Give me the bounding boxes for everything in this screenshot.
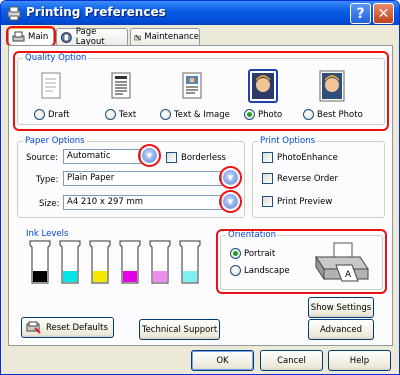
help-title-button[interactable]: ? (350, 3, 371, 24)
photo-radio[interactable]: Photo (244, 109, 282, 120)
page-layout-icon (60, 31, 72, 43)
ink-cartridge (89, 240, 111, 284)
tab-maintenance[interactable]: Maintenance (130, 28, 200, 45)
ink-level-fill (183, 271, 197, 282)
landscape-radio-button[interactable] (230, 265, 241, 276)
title-bar[interactable]: Printing Preferences ? ✕ (1, 1, 399, 25)
printing-preferences-window: Printing Preferences ? ✕ Main Page Layou… (0, 0, 400, 375)
ok-button[interactable]: OK (191, 350, 254, 371)
window-title: Printing Preferences (26, 5, 166, 19)
reset-defaults-label: Reset Defaults (46, 322, 108, 333)
photo-label: Photo (258, 109, 283, 120)
svg-text:A: A (345, 270, 352, 280)
reset-defaults-icon (26, 321, 41, 334)
borderless-checkbox[interactable]: Borderless (166, 152, 226, 163)
printer-icon (7, 6, 21, 21)
portrait-label: Portrait (244, 248, 276, 259)
source-select[interactable]: Automatic (63, 149, 141, 164)
best-photo-radio-button[interactable] (303, 109, 314, 120)
draft-label: Draft (48, 109, 70, 120)
ink-cartridge (29, 240, 51, 284)
text-and-image-radio[interactable]: Text & Image (160, 109, 230, 120)
photoenhance-checkbox-box[interactable] (262, 152, 273, 163)
ink-cartridge (179, 240, 201, 284)
source-label: Source: (26, 153, 59, 163)
ink-cartridge (149, 240, 171, 284)
help-button[interactable]: Help (328, 350, 391, 371)
best-photo-quality-icon (319, 70, 345, 102)
photo-radio-button[interactable] (244, 109, 255, 120)
print-preview-label: Print Preview (277, 196, 333, 207)
photoenhance-label: PhotoEnhance (277, 152, 338, 163)
tab-page-layout[interactable]: Page Layout (56, 27, 128, 47)
photo-quality-icon (252, 73, 274, 99)
best-photo-label: Best Photo (317, 109, 363, 120)
printer-portrait-icon: A (315, 242, 369, 282)
type-select[interactable]: Plain Paper (63, 171, 222, 186)
ink-cartridge (119, 240, 141, 284)
landscape-label: Landscape (244, 265, 290, 276)
landscape-radio[interactable]: Landscape (230, 265, 290, 276)
text-radio[interactable]: Text (105, 109, 136, 120)
printer-icon (12, 31, 25, 41)
size-dropdown-icon[interactable]: ▼ (223, 194, 238, 209)
quality-option-title: Quality Option (23, 53, 89, 64)
tab-maintenance-label: Maintenance (144, 32, 199, 42)
print-preview-checkbox-box[interactable] (262, 196, 273, 207)
reverse-order-checkbox-box[interactable] (262, 173, 273, 184)
text-label: Text (119, 109, 137, 120)
text-and-image-label: Text & Image (174, 109, 230, 120)
size-select[interactable]: A4 210 x 297 mm (63, 195, 222, 210)
reset-defaults-button[interactable]: Reset Defaults (21, 317, 114, 338)
paper-options-title: Paper Options (23, 136, 87, 147)
show-settings-button[interactable]: Show Settings (308, 297, 374, 318)
ink-level-fill (123, 271, 137, 282)
technical-support-button[interactable]: Technical Support (139, 319, 220, 340)
tab-page-layout-label: Page Layout (75, 27, 105, 47)
orientation-title: Orientation (226, 230, 278, 241)
borderless-checkbox-box[interactable] (166, 152, 177, 163)
print-preview-checkbox[interactable]: Print Preview (262, 196, 332, 207)
print-options-title: Print Options (258, 136, 318, 147)
size-label: Size: (39, 199, 60, 209)
source-dropdown-icon[interactable]: ▼ (142, 148, 157, 163)
ink-level-fill (33, 271, 47, 282)
cancel-button[interactable]: Cancel (260, 350, 323, 371)
draft-radio[interactable]: Draft (34, 109, 69, 120)
ink-level-fill (63, 271, 77, 282)
text-and-image-radio-button[interactable] (160, 109, 171, 120)
ink-level-fill (93, 271, 107, 282)
tab-main-label: Main (28, 32, 49, 42)
reverse-order-checkbox[interactable]: Reverse Order (262, 173, 338, 184)
text-and-image-quality-icon (182, 72, 202, 99)
close-button[interactable]: ✕ (373, 3, 394, 24)
draft-quality-icon (41, 72, 61, 99)
best-photo-radio[interactable]: Best Photo (303, 109, 363, 120)
ink-levels-display (29, 240, 201, 284)
text-quality-icon (111, 72, 131, 99)
photo-quality-icon-frame (248, 69, 278, 103)
ink-level-fill (153, 271, 167, 282)
portrait-radio-button[interactable] (230, 248, 241, 259)
draft-radio-button[interactable] (34, 109, 45, 120)
ink-levels-title: Ink Levels (26, 229, 69, 239)
borderless-label: Borderless (181, 152, 226, 163)
photoenhance-checkbox[interactable]: PhotoEnhance (262, 152, 338, 163)
reverse-order-label: Reverse Order (277, 173, 339, 184)
ink-cartridge (59, 240, 81, 284)
advanced-button[interactable]: Advanced (308, 319, 374, 340)
text-radio-button[interactable] (105, 109, 116, 120)
type-label: Type: (36, 175, 59, 185)
portrait-radio[interactable]: Portrait (230, 248, 275, 259)
maintenance-icon (134, 34, 141, 40)
type-dropdown-icon[interactable]: ▼ (223, 170, 238, 185)
tab-main[interactable]: Main (8, 27, 54, 45)
